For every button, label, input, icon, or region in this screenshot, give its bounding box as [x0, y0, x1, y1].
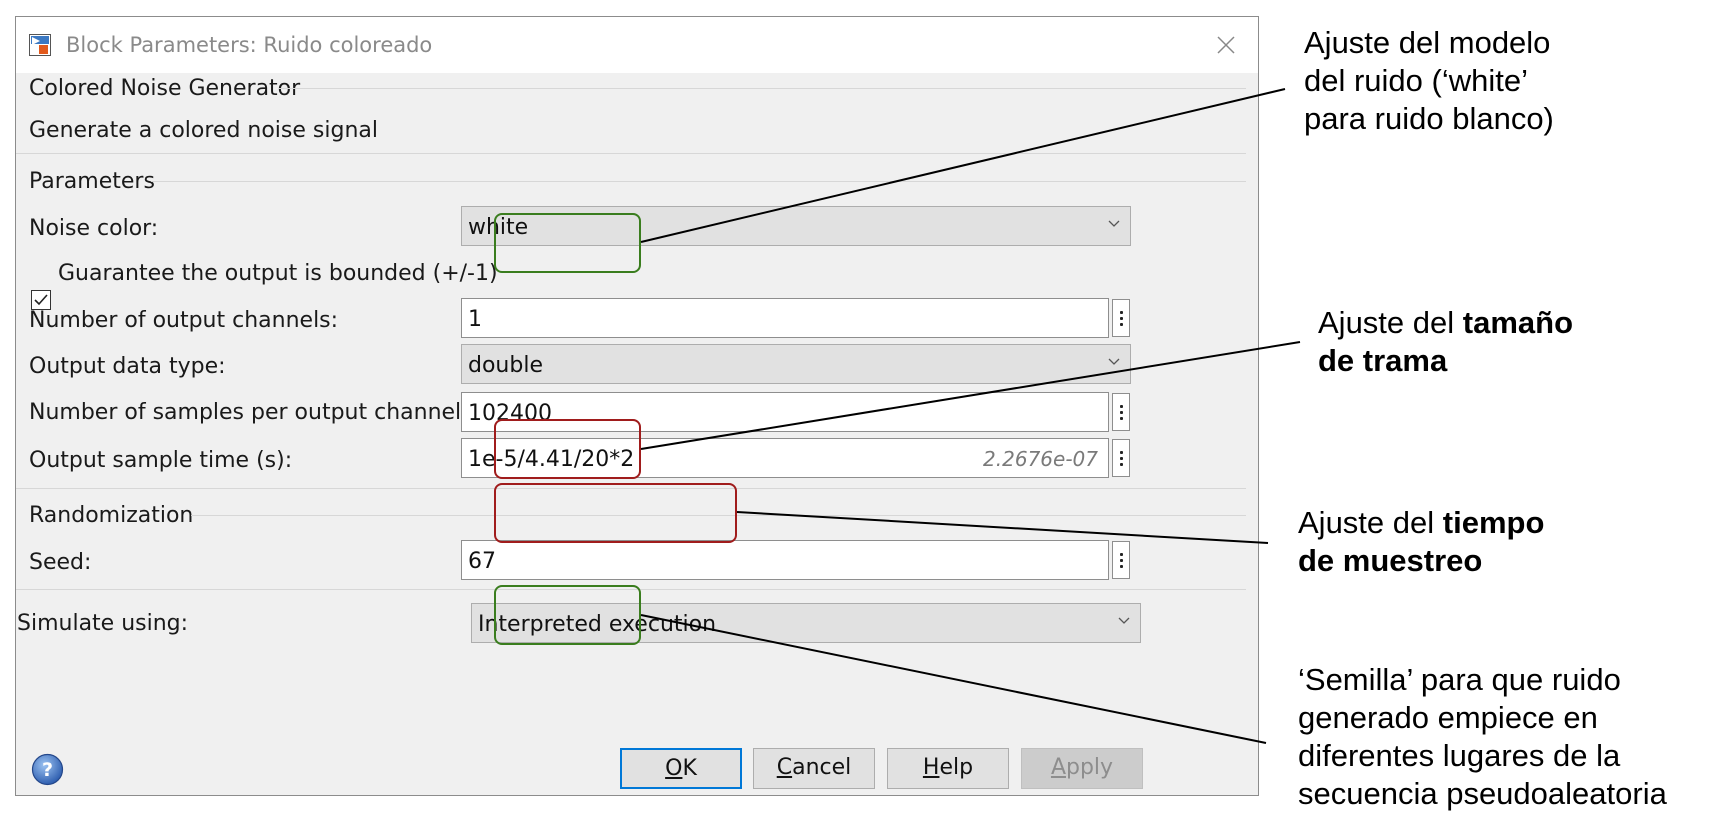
annotation-sample-time: Ajuste del tiempo de muestreo: [1298, 505, 1545, 578]
annotation-noise-model: Ajuste del modelo del ruido (‘white’ par…: [1304, 25, 1554, 136]
annotation-frame-size: Ajuste del tamaño de trama: [1318, 305, 1574, 378]
callout-line-noise-model: [640, 88, 1286, 243]
annotation-seed: ‘Semilla’ para que ruido generado empiec…: [1298, 662, 1667, 811]
callout-line-frame-size: [640, 341, 1301, 450]
callout-line-sample-time: [736, 511, 1269, 544]
callout-line-seed: [640, 614, 1267, 744]
